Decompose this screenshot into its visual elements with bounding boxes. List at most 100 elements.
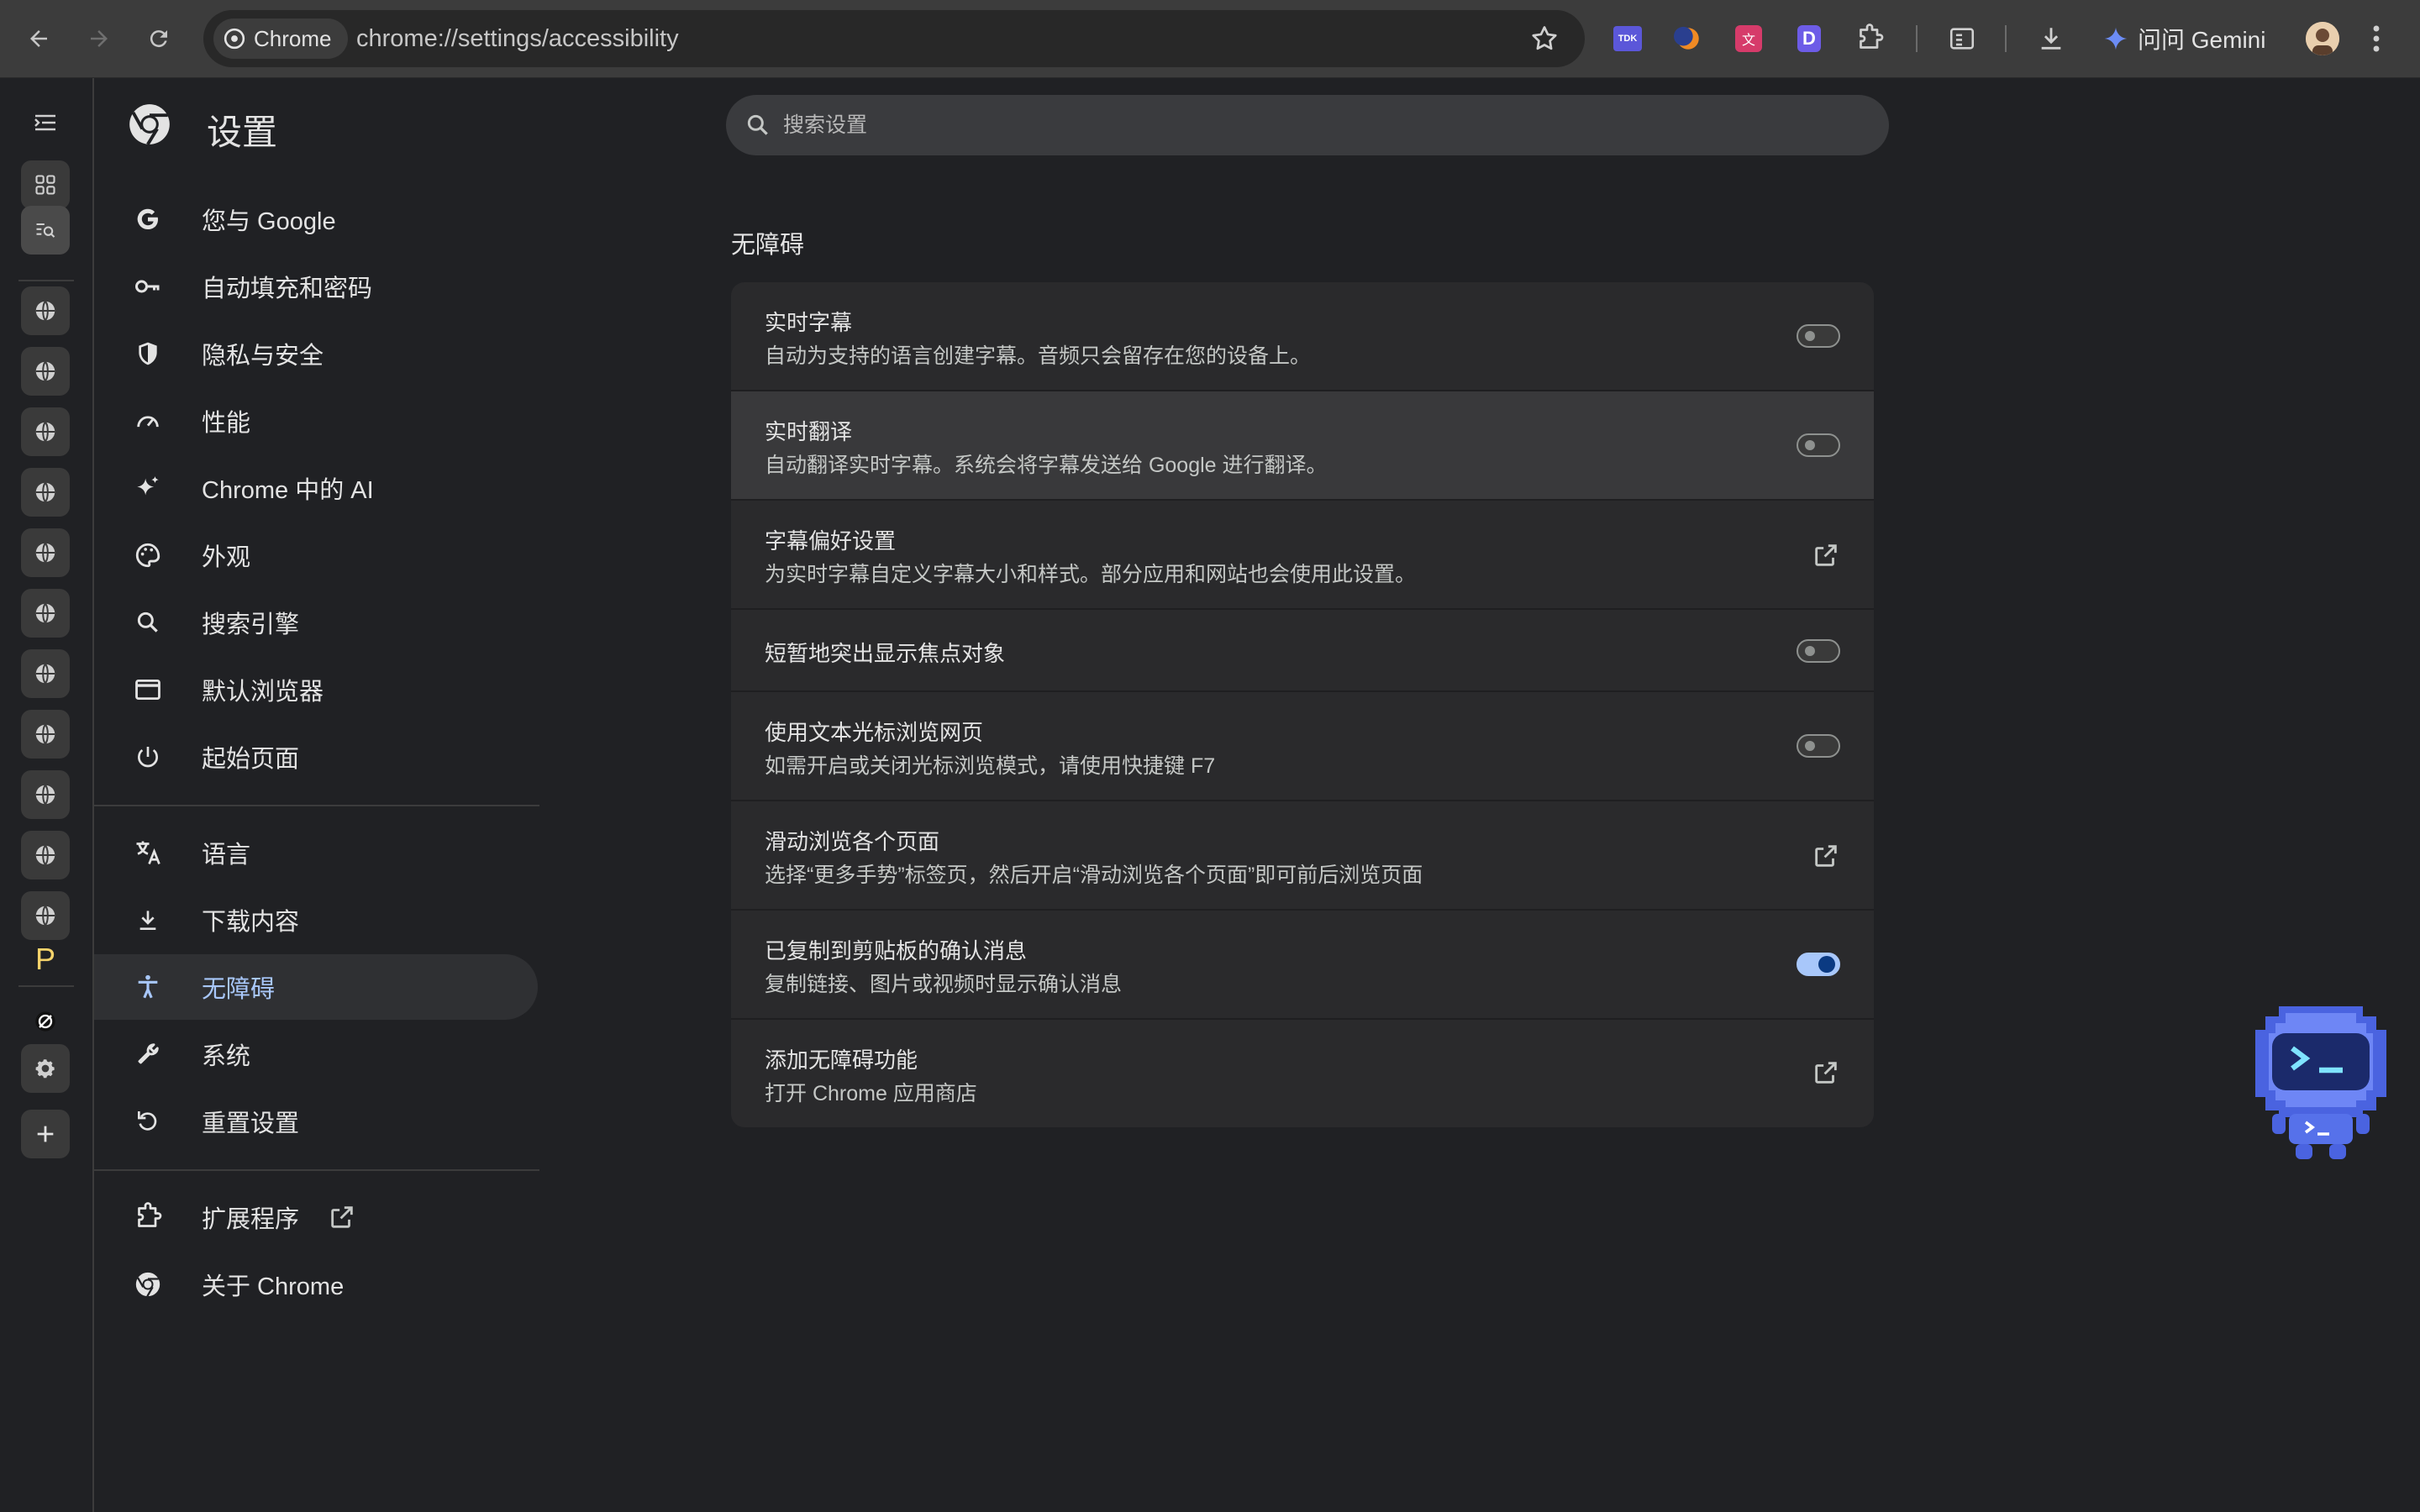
nav-label: 重置设置 <box>202 1110 300 1137</box>
site-info-chip[interactable]: Chrome <box>213 18 349 59</box>
nav-item-on-startup[interactable]: 起始页面 <box>94 724 538 790</box>
nav-item-about-chrome[interactable]: 关于 Chrome <box>94 1252 538 1317</box>
setting-row-live-translate[interactable]: 实时翻译 自动翻译实时字幕。系统会将字幕发送给 Google 进行翻译。 <box>731 391 1874 501</box>
nav-item-downloads[interactable]: 下载内容 <box>94 887 538 953</box>
external-link-icon <box>331 1206 353 1228</box>
nav-item-system[interactable]: 系统 <box>94 1021 538 1087</box>
nav-label: Chrome 中的 AI <box>202 477 374 504</box>
external-link-icon[interactable] <box>1812 1058 1840 1087</box>
vertical-tab[interactable] <box>21 997 70 1046</box>
nav-item-appearance[interactable]: 外观 <box>94 522 538 588</box>
vertical-tab[interactable] <box>21 528 70 577</box>
vertical-tab[interactable] <box>21 891 70 940</box>
setting-subtitle: 如需开启或关闭光标浏览模式，请使用快捷键 F7 <box>765 754 1216 778</box>
setting-row-clipboard-confirmation[interactable]: 已复制到剪贴板的确认消息 复制链接、图片或视频时显示确认消息 <box>731 911 1874 1020</box>
three-dots-vertical-icon <box>2373 25 2380 52</box>
external-link-icon[interactable] <box>1812 842 1840 870</box>
browser-toolbar: Chrome chrome://settings/accessibility T… <box>0 0 2420 78</box>
vertical-tab[interactable] <box>21 286 70 335</box>
vertical-tab[interactable] <box>21 649 70 698</box>
extension-tdk[interactable]: TDK <box>1612 23 1644 55</box>
nav-item-extensions[interactable]: 扩展程序 <box>94 1184 538 1250</box>
globe-icon <box>35 724 55 744</box>
nav-item-default-browser[interactable]: 默认浏览器 <box>94 657 538 722</box>
toggle-knob <box>1805 331 1815 341</box>
back-button[interactable] <box>15 15 62 62</box>
live-translate-toggle[interactable] <box>1797 433 1840 457</box>
reading-list-button[interactable] <box>1946 23 1978 55</box>
toggle-knob <box>1818 956 1835 973</box>
vertical-tab[interactable] <box>21 831 70 879</box>
vertical-tab[interactable] <box>21 770 70 819</box>
ask-gemini-button[interactable]: 问问 Gemini <box>2102 17 2265 60</box>
search-icon <box>747 114 768 135</box>
browser-menu-button[interactable] <box>2370 24 2383 58</box>
plus-icon <box>37 1126 54 1142</box>
setting-subtitle: 自动翻译实时字幕。系统会将字幕发送给 Google 进行翻译。 <box>765 454 1328 477</box>
wrench-icon <box>138 1043 159 1064</box>
download-icon <box>139 911 156 930</box>
setting-title: 短暂地突出显示焦点对象 <box>765 641 1006 666</box>
nav-item-ai[interactable]: Chrome 中的 AI <box>94 455 538 521</box>
vertical-tab-settings[interactable] <box>21 1044 70 1093</box>
nav-item-you-and-google[interactable]: 您与 Google <box>94 186 538 252</box>
grid-icon <box>35 175 55 195</box>
vertical-tab[interactable] <box>21 710 70 759</box>
nav-item-languages[interactable]: 语言 <box>94 820 538 885</box>
tab-search-button[interactable] <box>21 206 70 255</box>
bookmark-star-icon[interactable] <box>1529 24 1560 54</box>
address-bar[interactable]: Chrome chrome://settings/accessibility <box>203 10 1585 67</box>
google-g-icon <box>137 208 158 229</box>
sparkle-icon <box>137 475 159 496</box>
downloads-button[interactable] <box>2035 23 2067 55</box>
extension-translate[interactable]: 文 <box>1733 23 1765 55</box>
download-icon <box>2041 28 2061 50</box>
vertical-tab-pinned-p[interactable]: P <box>21 935 70 984</box>
setting-row-caption-preferences[interactable]: 字幕偏好设置 为实时字幕自定义字幕大小和样式。部分应用和网站也会使用此设置。 <box>731 501 1874 610</box>
setting-row-caret-browsing[interactable]: 使用文本光标浏览网页 如需开启或关闭光标浏览模式，请使用快捷键 F7 <box>731 692 1874 801</box>
clipboard-confirmation-toggle[interactable] <box>1797 953 1840 976</box>
toggle-knob <box>1805 741 1815 751</box>
extension-d[interactable]: D <box>1793 23 1825 55</box>
nav-item-search-engine[interactable]: 搜索引擎 <box>94 590 538 655</box>
reload-button[interactable] <box>135 15 182 62</box>
collapse-menu-icon <box>34 114 55 131</box>
external-link-icon[interactable] <box>1812 541 1840 570</box>
setting-title: 使用文本光标浏览网页 <box>765 720 984 745</box>
settings-search[interactable] <box>726 95 1889 155</box>
tab-strip-divider <box>18 280 74 281</box>
vertical-tab[interactable] <box>21 347 70 396</box>
tab-groups-button[interactable] <box>21 160 70 209</box>
caret-browsing-toggle[interactable] <box>1797 734 1840 758</box>
url-text[interactable]: chrome://settings/accessibility <box>356 10 679 67</box>
search-input[interactable] <box>783 95 1859 155</box>
vertical-tab[interactable] <box>21 407 70 456</box>
nav-label: 无障碍 <box>202 976 276 1003</box>
setting-row-focus-highlight[interactable]: 短暂地突出显示焦点对象 <box>731 610 1874 692</box>
forward-button[interactable] <box>76 15 123 62</box>
nav-item-autofill[interactable]: 自动填充和密码 <box>94 254 538 319</box>
focus-highlight-toggle[interactable] <box>1797 639 1840 663</box>
globe-icon <box>35 906 55 926</box>
nav-item-privacy[interactable]: 隐私与安全 <box>94 321 538 386</box>
collapse-tabs-button[interactable] <box>21 98 70 147</box>
setting-title: 滑动浏览各个页面 <box>765 829 940 854</box>
gemini-label: 问问 Gemini <box>2138 27 2266 53</box>
nav-item-performance[interactable]: 性能 <box>94 388 538 454</box>
live-caption-toggle[interactable] <box>1797 324 1840 348</box>
vertical-tab[interactable] <box>21 589 70 638</box>
profile-avatar[interactable] <box>2306 22 2339 55</box>
extension-moon[interactable] <box>1672 23 1704 55</box>
new-tab-button[interactable] <box>21 1110 70 1158</box>
nav-item-reset[interactable]: 重置设置 <box>94 1089 538 1154</box>
setting-row-live-caption[interactable]: 实时字幕 自动为支持的语言创建字幕。音频只会留存在您的设备上。 <box>731 282 1874 391</box>
setting-row-swipe-navigation[interactable]: 滑动浏览各个页面 选择“更多手势”标签页，然后开启“滑动浏览各个页面”即可前后浏… <box>731 801 1874 911</box>
shield-icon <box>139 342 157 365</box>
globe-icon <box>35 482 55 502</box>
setting-row-add-accessibility-features[interactable]: 添加无障碍功能 打开 Chrome 应用商店 <box>731 1020 1874 1127</box>
setting-title: 字幕偏好设置 <box>765 528 897 554</box>
extensions-menu-button[interactable] <box>1854 23 1886 55</box>
vertical-tab[interactable] <box>21 468 70 517</box>
nav-item-accessibility[interactable]: 无障碍 <box>94 954 538 1020</box>
robot-mascot-icon[interactable] <box>2245 993 2396 1163</box>
